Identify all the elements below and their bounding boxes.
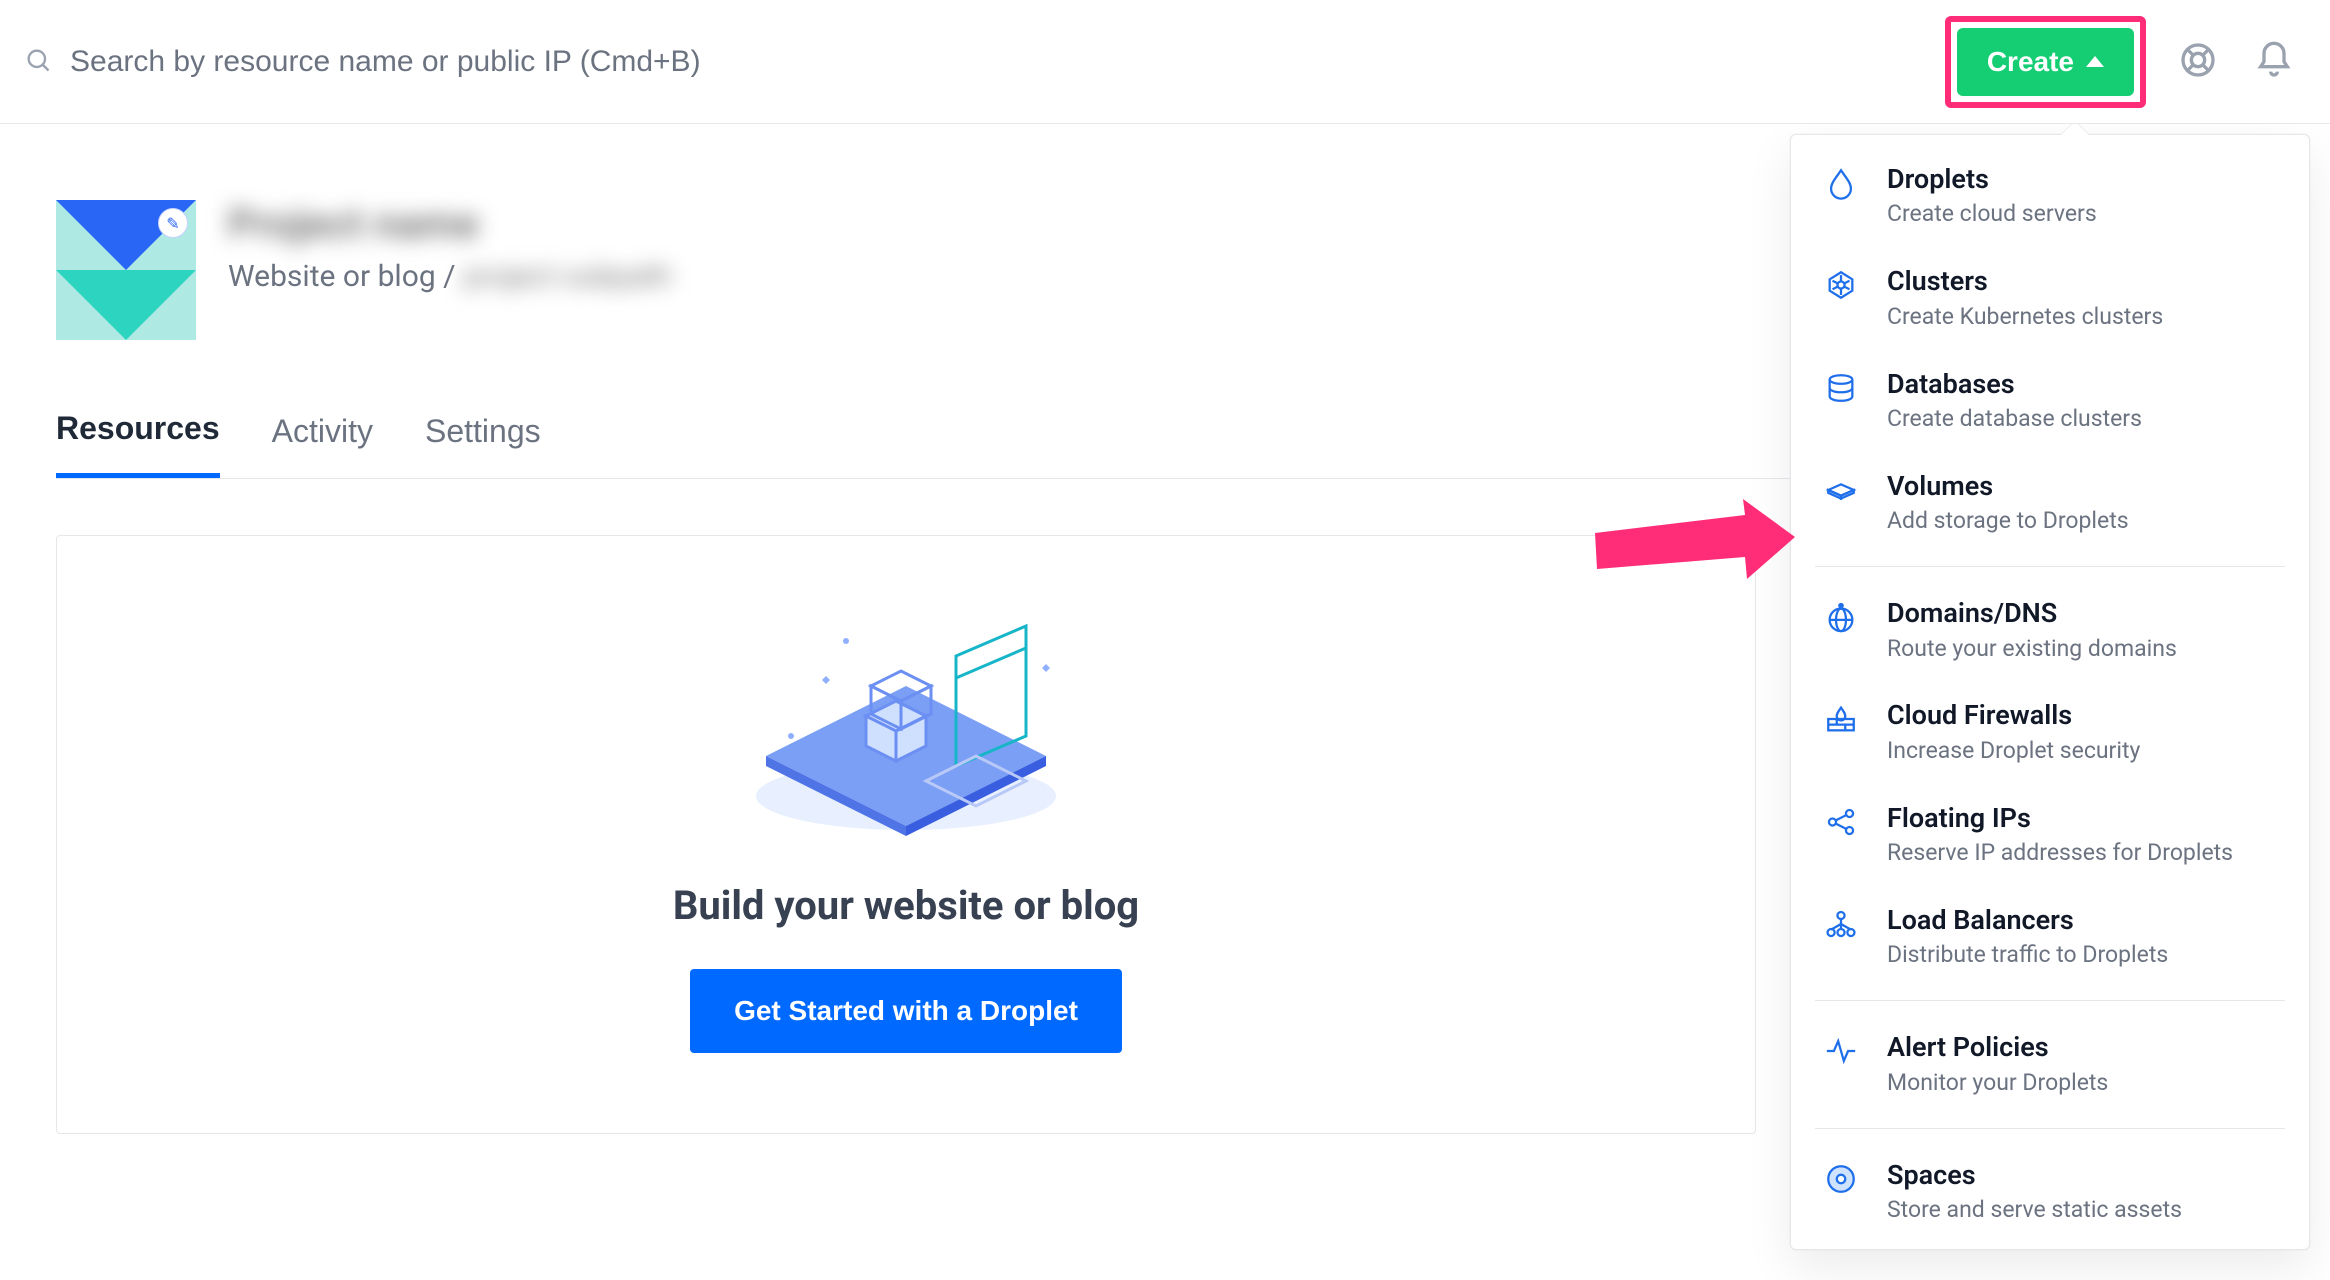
menu-item-subtitle: Monitor your Droplets (1887, 1068, 2108, 1098)
create-menu-item-droplets[interactable]: Droplets Create cloud servers (1791, 145, 2309, 247)
droplet-icon (1821, 163, 1861, 203)
menu-item-subtitle: Store and serve static assets (1887, 1195, 2182, 1225)
bell-icon (2254, 68, 2294, 83)
menu-separator (1815, 1128, 2285, 1129)
create-menu-item-firewalls[interactable]: Cloud Firewalls Increase Droplet security (1791, 681, 2309, 783)
search-icon (24, 46, 52, 78)
project-avatar[interactable]: ✎ (56, 200, 196, 340)
menu-item-title: Floating IPs (1887, 802, 2233, 834)
topbar: Create (0, 0, 2330, 124)
annotation-highlight-box: Create (1945, 16, 2146, 108)
notifications-button[interactable] (2250, 36, 2298, 87)
create-menu-item-volumes[interactable]: Volumes Add storage to Droplets (1791, 452, 2309, 554)
volume-icon (1821, 470, 1861, 510)
menu-item-subtitle: Create cloud servers (1887, 199, 2097, 229)
create-menu-item-load-balancers[interactable]: Load Balancers Distribute traffic to Drop… (1791, 886, 2309, 988)
menu-item-title: Alert Policies (1887, 1031, 2108, 1063)
globe-icon (1821, 597, 1861, 637)
menu-separator (1815, 1000, 2285, 1001)
tab-activity[interactable]: Activity (272, 410, 373, 478)
avatar-shape-bottom (56, 270, 196, 340)
menu-item-subtitle: Create database clusters (1887, 404, 2142, 434)
chevron-up-icon (2086, 56, 2104, 67)
help-button[interactable] (2174, 36, 2222, 87)
menu-item-title: Clusters (1887, 265, 2163, 297)
load-balancer-icon (1821, 904, 1861, 944)
search-input[interactable] (68, 44, 968, 80)
create-button-label: Create (1987, 46, 2074, 78)
create-menu-item-clusters[interactable]: Clusters Create Kubernetes clusters (1791, 247, 2309, 349)
menu-item-subtitle: Increase Droplet security (1887, 736, 2140, 766)
project-name: Project name (228, 200, 672, 249)
get-started-button[interactable]: Get Started with a Droplet (690, 969, 1122, 1053)
empty-state-heading: Build your website or blog (673, 882, 1139, 929)
database-icon (1821, 368, 1861, 408)
menu-item-subtitle: Add storage to Droplets (1887, 506, 2129, 536)
create-menu-item-databases[interactable]: Databases Create database clusters (1791, 350, 2309, 452)
menu-item-title: Droplets (1887, 163, 2097, 195)
empty-state-card: Build your website or blog Get Started w… (56, 535, 1756, 1134)
create-button[interactable]: Create (1957, 28, 2134, 96)
search-wrap (24, 44, 1945, 80)
project-subtitle-prefix: Website or blog / (228, 259, 456, 294)
pulse-icon (1821, 1031, 1861, 1071)
project-titles: Project name Website or blog / project s… (228, 200, 672, 294)
topbar-actions: Create (1945, 16, 2298, 108)
tab-resources[interactable]: Resources (56, 410, 220, 478)
create-menu-item-spaces[interactable]: Spaces Store and serve static assets (1791, 1141, 2309, 1243)
menu-item-subtitle: Route your existing domains (1887, 634, 2177, 664)
menu-item-title: Domains/DNS (1887, 597, 2177, 629)
spaces-icon (1821, 1159, 1861, 1199)
page-body: ✎ Project name Website or blog / project… (0, 124, 2330, 1134)
menu-item-title: Volumes (1887, 470, 2129, 502)
menu-item-title: Cloud Firewalls (1887, 699, 2140, 731)
isometric-illustration (696, 586, 1116, 846)
tab-settings[interactable]: Settings (425, 410, 541, 478)
life-ring-icon (2178, 68, 2218, 83)
menu-item-subtitle: Distribute traffic to Droplets (1887, 940, 2168, 970)
project-subtitle: Website or blog / project subpath (228, 259, 672, 294)
create-menu: Droplets Create cloud servers Clusters Cre… (1790, 134, 2310, 1250)
project-subtitle-blurred: project subpath (464, 259, 672, 294)
menu-item-title: Load Balancers (1887, 904, 2168, 936)
menu-separator (1815, 566, 2285, 567)
create-menu-item-alert-policies[interactable]: Alert Policies Monitor your Droplets (1791, 1013, 2309, 1115)
create-menu-item-domains[interactable]: Domains/DNS Route your existing domains (1791, 579, 2309, 681)
menu-item-subtitle: Reserve IP addresses for Droplets (1887, 838, 2233, 868)
kubernetes-icon (1821, 265, 1861, 305)
create-menu-item-floating-ips[interactable]: Floating IPs Reserve IP addresses for Dro… (1791, 784, 2309, 886)
floating-ip-icon (1821, 802, 1861, 842)
firewall-icon (1821, 699, 1861, 739)
edit-project-icon[interactable]: ✎ (158, 208, 188, 238)
menu-item-title: Spaces (1887, 1159, 2182, 1191)
menu-item-subtitle: Create Kubernetes clusters (1887, 302, 2163, 332)
menu-item-title: Databases (1887, 368, 2142, 400)
